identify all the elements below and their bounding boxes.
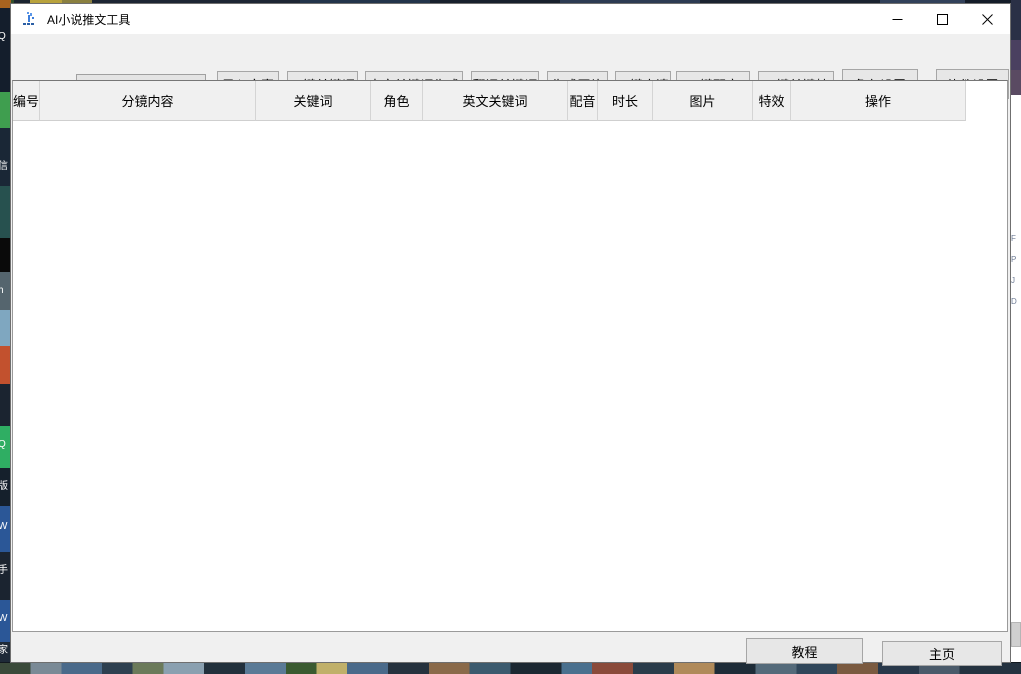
desktop-icon-fragment: 版 [0, 482, 8, 492]
desktop-icon-fragment: Q [0, 32, 6, 42]
background-scrollbar-fragment [1011, 622, 1021, 647]
list-text-fragment: D [1011, 291, 1021, 312]
column-header-role[interactable]: 角色 [371, 81, 423, 121]
desktop-icon-fragment: 手 [0, 566, 8, 576]
list-text-fragment: F [1011, 228, 1021, 249]
desktop-icon-fragment: h [0, 286, 4, 296]
column-header-number[interactable]: 编号 [13, 81, 40, 121]
table-body-empty [13, 121, 1007, 631]
close-button[interactable] [965, 4, 1010, 34]
window-title: AI小说推文工具 [47, 11, 130, 28]
home-button[interactable]: 主页 [882, 641, 1002, 666]
storyboard-table: 编号 分镜内容 关键词 角色 英文关键词 配音 时长 图片 特效 操作 [12, 80, 1008, 632]
column-header-keywords[interactable]: 关键词 [256, 81, 371, 121]
desktop-icon-fragment: 家 [0, 646, 8, 656]
maximize-icon [937, 14, 948, 25]
tutorial-button[interactable]: 教程 [746, 638, 863, 664]
desktop-bottom-strip [0, 662, 1021, 674]
desktop-icon-fragment: W [0, 522, 7, 532]
column-header-image[interactable]: 图片 [653, 81, 753, 121]
background-list-fragment: F P J D [1011, 228, 1021, 510]
desktop-icon-fragment: W [0, 614, 7, 624]
wallpaper-fragment [1011, 0, 1021, 95]
close-icon [982, 14, 993, 25]
column-header-shot-content[interactable]: 分镜内容 [40, 81, 256, 121]
list-text-fragment: J [1011, 270, 1021, 291]
column-header-actions[interactable]: 操作 [791, 81, 966, 121]
desktop-icon-fragment: 信 [0, 162, 8, 172]
column-header-dubbing[interactable]: 配音 [568, 81, 598, 121]
minimize-button[interactable] [875, 4, 920, 34]
minimize-icon [892, 14, 903, 25]
list-text-fragment: P [1011, 249, 1021, 270]
column-header-english-keywords[interactable]: 英文关键词 [423, 81, 568, 121]
desktop-icon-fragment: Q [0, 440, 6, 450]
toolbar: 项目: 导入文案 一键关键词 中文关键词生成 翻译关键词 生成图片 一键高清 一… [11, 34, 1010, 80]
column-header-effects[interactable]: 特效 [753, 81, 791, 121]
column-header-duration[interactable]: 时长 [598, 81, 653, 121]
maximize-button[interactable] [920, 4, 965, 34]
app-icon [22, 11, 38, 27]
app-window: AI小说推文工具 项目: 导入文案 一键关键词 中文关 [10, 3, 1011, 663]
table-header-filler [966, 81, 1007, 121]
screen: Q 信 h Q 版 W 手 W 家 F P J D [0, 0, 1021, 674]
window-controls [875, 4, 1010, 34]
desktop-right-strip: F P J D [1011, 0, 1021, 674]
titlebar: AI小说推文工具 [11, 4, 1010, 34]
table-header-row: 编号 分镜内容 关键词 角色 英文关键词 配音 时长 图片 特效 操作 [13, 81, 1007, 121]
